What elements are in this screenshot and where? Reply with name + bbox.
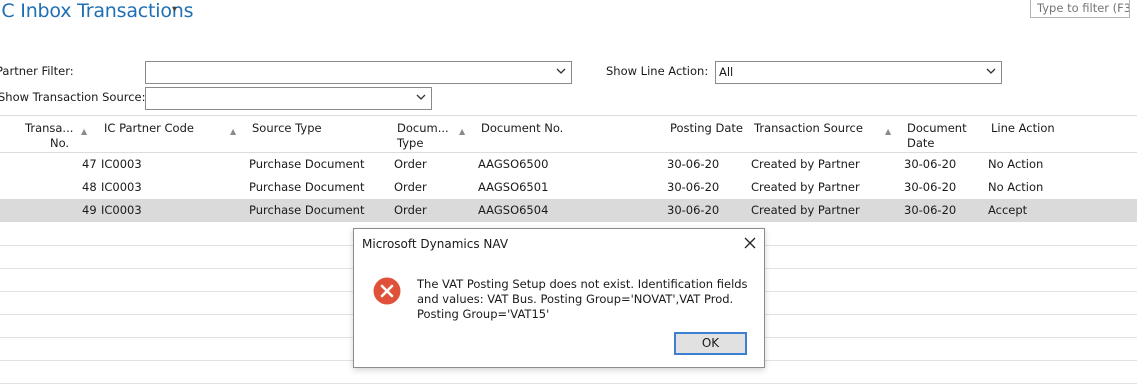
cell-document-date: 30-06-20	[904, 203, 957, 217]
cell-transaction-no: 48	[82, 180, 97, 194]
cell-transaction-source: Created by Partner	[751, 203, 860, 217]
cell-document-no: AAGSO6501	[478, 180, 549, 194]
sort-asc-icon: ▲	[81, 127, 88, 136]
cell-posting-date: 30-06-20	[667, 180, 720, 194]
cell-document-type: Order	[394, 203, 427, 217]
cell-line-action: No Action	[988, 180, 1044, 194]
col-header-document-type[interactable]: Docum... Type	[397, 121, 449, 151]
show-transaction-source-combo[interactable]	[145, 87, 432, 110]
grid-line	[0, 383, 1137, 384]
cell-document-type: Order	[394, 180, 427, 194]
cell-posting-date: 30-06-20	[667, 157, 720, 171]
col-header-line-action[interactable]: Line Action	[991, 121, 1055, 136]
partner-filter-label: Partner Filter:	[0, 64, 74, 78]
close-icon[interactable]	[743, 236, 757, 250]
col-header-document-date[interactable]: Document Date	[907, 121, 967, 151]
chevron-down-icon	[416, 94, 426, 100]
partner-filter-combo[interactable]	[145, 61, 572, 84]
sort-asc-icon: ▲	[230, 127, 237, 136]
table-row[interactable]: 47 IC0003 Purchase Document Order AAGSO6…	[0, 153, 1137, 176]
cell-line-action: No Action	[988, 157, 1044, 171]
col-header-transaction-no[interactable]: Transa... No.	[25, 121, 73, 151]
cell-document-no: AAGSO6500	[478, 157, 549, 171]
show-transaction-source-label: Show Transaction Source:	[0, 90, 146, 104]
page-title: IC Inbox Transactions	[0, 0, 194, 22]
cell-ic-partner-code: IC0003	[101, 203, 142, 217]
table-row-selected[interactable]: 49 IC0003 Purchase Document Order AAGSO6…	[0, 199, 1137, 222]
sort-asc-icon: ▲	[885, 127, 892, 136]
cell-document-no: AAGSO6504	[478, 203, 549, 217]
col-header-posting-date[interactable]: Posting Date	[670, 121, 743, 136]
chevron-down-icon	[556, 68, 566, 74]
cell-line-action: Accept	[988, 203, 1028, 217]
cell-document-date: 30-06-20	[904, 180, 957, 194]
dialog-title: Microsoft Dynamics NAV	[362, 237, 509, 251]
cell-transaction-no: 49	[82, 203, 97, 217]
cell-document-date: 30-06-20	[904, 157, 957, 171]
cell-transaction-source: Created by Partner	[751, 157, 860, 171]
col-header-transaction-source[interactable]: Transaction Source	[754, 121, 863, 136]
cell-source-type: Purchase Document	[249, 157, 365, 171]
cell-ic-partner-code: IC0003	[101, 157, 142, 171]
cell-posting-date: 30-06-20	[667, 203, 720, 217]
cell-transaction-source: Created by Partner	[751, 180, 860, 194]
col-header-source-type[interactable]: Source Type	[252, 121, 322, 136]
header-divider	[0, 115, 1137, 116]
sort-asc-icon: ▲	[459, 127, 466, 136]
cell-ic-partner-code: IC0003	[101, 180, 142, 194]
show-line-action-combo[interactable]: All	[715, 61, 1002, 84]
cell-source-type: Purchase Document	[249, 203, 365, 217]
table-row[interactable]: 48 IC0003 Purchase Document Order AAGSO6…	[0, 176, 1137, 199]
cell-document-type: Order	[394, 157, 427, 171]
filter-search-input[interactable]	[1030, 0, 1130, 18]
dialog-message: The VAT Posting Setup does not exist. Id…	[417, 277, 748, 321]
cell-transaction-no: 47	[82, 157, 97, 171]
col-header-ic-partner-code[interactable]: IC Partner Code	[104, 121, 194, 136]
show-line-action-value: All	[719, 65, 734, 79]
cell-source-type: Purchase Document	[249, 180, 365, 194]
show-line-action-label: Show Line Action:	[606, 64, 709, 78]
title-dropdown-icon[interactable]: ▾	[172, 4, 177, 15]
chevron-down-icon	[986, 68, 996, 74]
error-icon	[373, 277, 401, 305]
col-header-document-no[interactable]: Document No.	[481, 121, 563, 136]
error-dialog: Microsoft Dynamics NAV The VAT Posting S…	[353, 228, 765, 368]
ok-button[interactable]: OK	[674, 332, 747, 355]
